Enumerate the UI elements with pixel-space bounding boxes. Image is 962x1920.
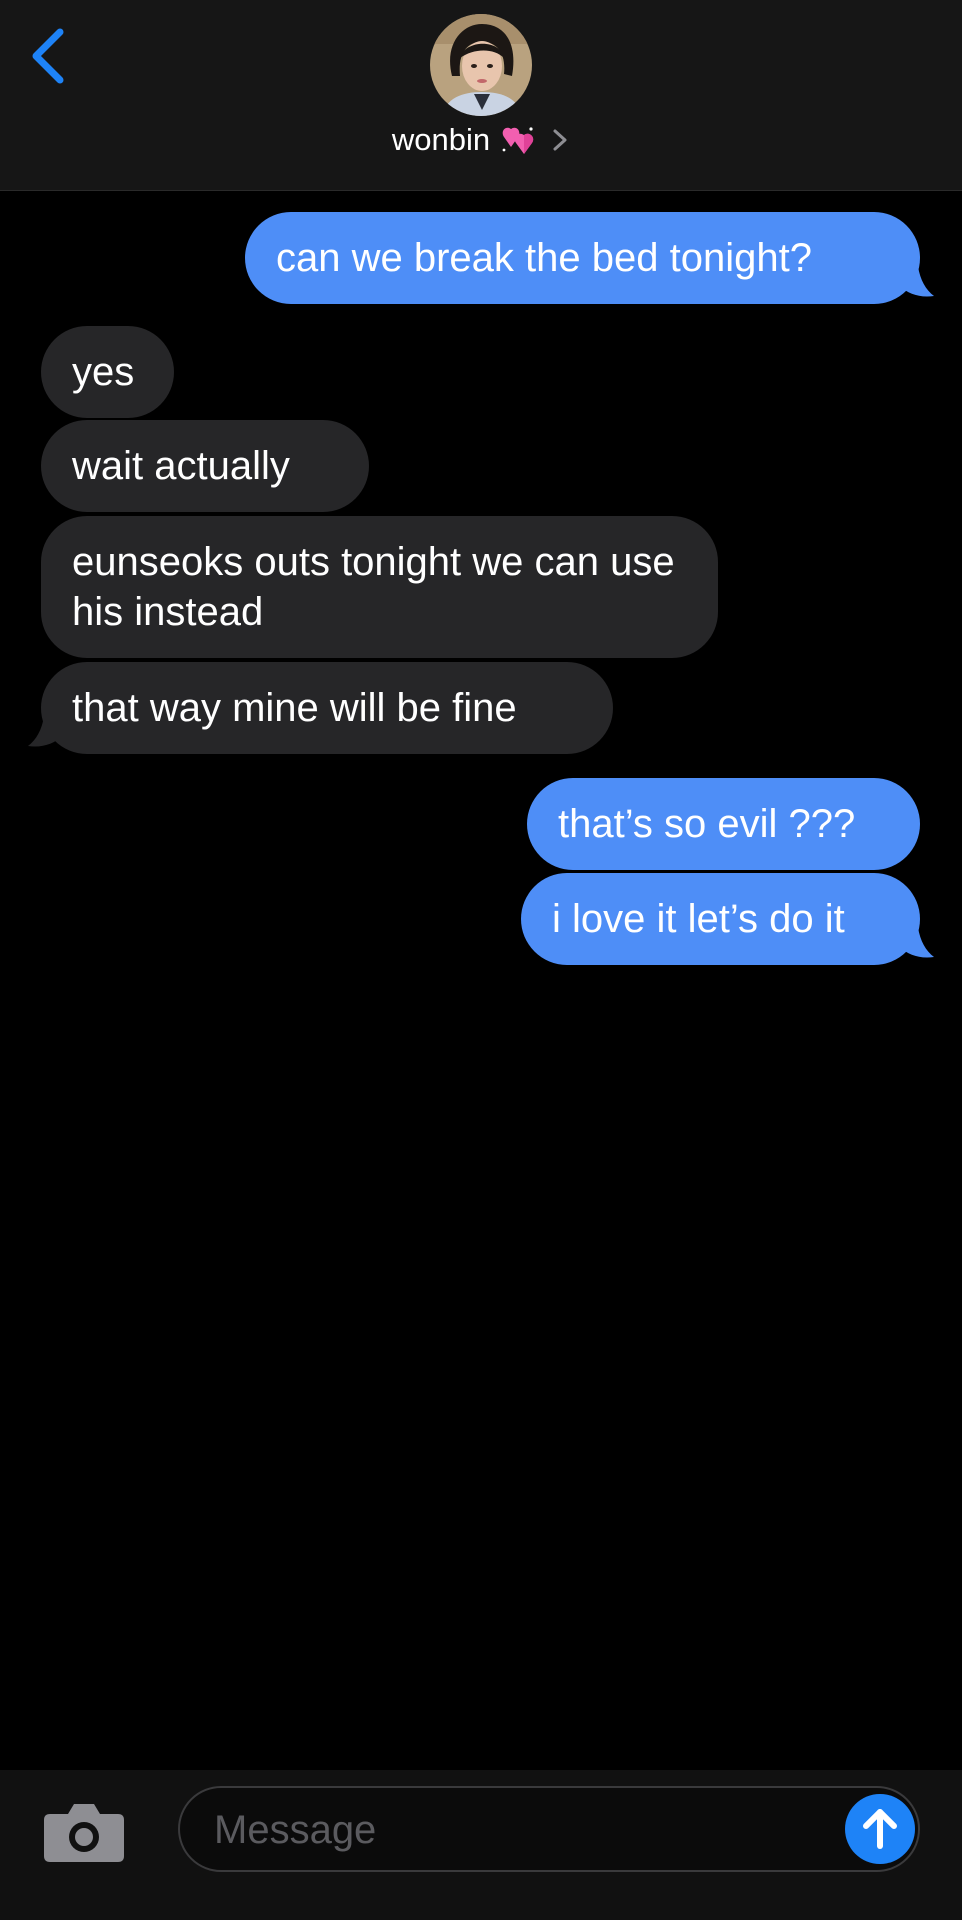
camera-button[interactable] <box>42 1800 126 1864</box>
contact-name: wonbin <box>391 122 491 157</box>
contact-avatar[interactable] <box>430 14 532 116</box>
sent-message-bubble[interactable]: can we break the bed tonight? <box>245 212 920 304</box>
contact-avatar-photo <box>430 14 532 116</box>
received-message-bubble[interactable]: that way mine will be fine <box>41 662 613 754</box>
two-hearts-emoji-icon <box>498 123 538 157</box>
sent-bubble-tail <box>898 927 934 958</box>
send-button[interactable] <box>845 1794 915 1864</box>
conversation-header: wonbin <box>0 0 962 191</box>
chevron-right-icon <box>550 127 570 153</box>
arrow-up-icon <box>863 1809 897 1849</box>
message-thread: can we break the bed tonight? yes wait a… <box>0 190 962 1770</box>
message-input[interactable] <box>214 1800 794 1860</box>
received-bubble-tail <box>28 716 64 747</box>
camera-icon <box>44 1804 124 1862</box>
back-button[interactable] <box>22 20 82 92</box>
contact-details-link[interactable]: wonbin <box>0 122 962 158</box>
received-message-bubble[interactable]: wait actually <box>41 420 369 512</box>
compose-bar <box>0 1770 962 1920</box>
sent-bubble-tail <box>898 266 934 297</box>
chevron-left-icon <box>32 28 64 84</box>
received-message-bubble[interactable]: yes <box>41 326 174 418</box>
sent-message-bubble[interactable]: i love it let’s do it <box>521 873 920 965</box>
message-field[interactable] <box>178 1786 920 1872</box>
sent-message-bubble[interactable]: that’s so evil ??? <box>527 778 920 870</box>
received-message-bubble[interactable]: eunseoks outs tonight we can use his ins… <box>41 516 718 658</box>
